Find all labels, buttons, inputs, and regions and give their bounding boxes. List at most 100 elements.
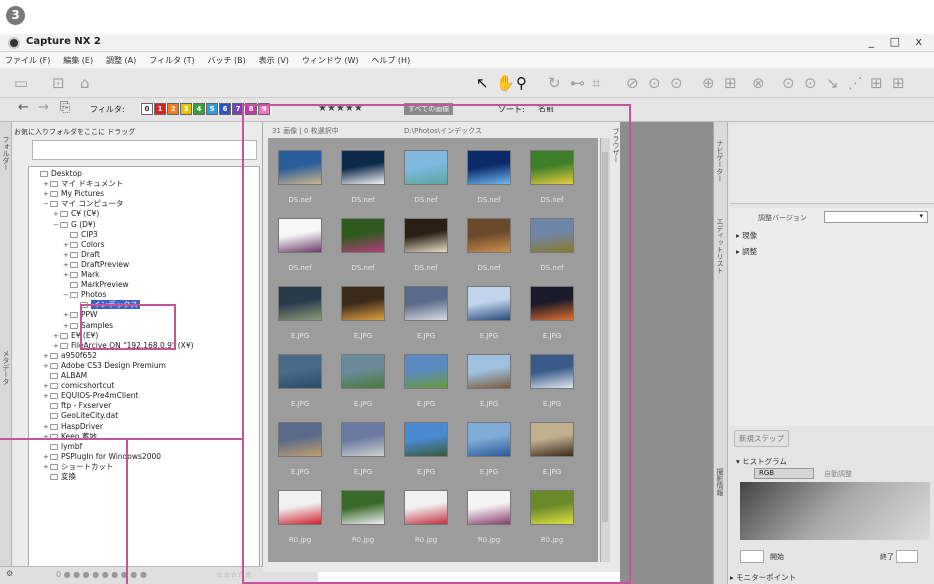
selection-brush-icon[interactable]: ⊗: [752, 74, 765, 92]
direct-select-tool-icon[interactable]: ↖: [476, 74, 489, 92]
thumbnail-cell[interactable]: E.JPG: [396, 348, 456, 412]
tree-node[interactable]: + Colors: [63, 240, 105, 250]
thumbnail-cell[interactable]: E.JPG: [396, 280, 456, 344]
thumbnail-cell[interactable]: R0.jpg: [270, 484, 330, 548]
tree-node[interactable]: ftp - Fxserver: [43, 401, 111, 411]
rating-filter[interactable]: ★★★★★: [318, 103, 363, 114]
tree-node[interactable]: MarkPreview: [63, 280, 129, 290]
expander-icon[interactable]: +: [43, 351, 50, 361]
expander-icon[interactable]: −: [43, 199, 50, 209]
expander-icon[interactable]: +: [63, 321, 70, 331]
label-filter-7[interactable]: 7: [232, 103, 244, 115]
dodge-icon[interactable]: ⊙: [670, 74, 683, 92]
menu-filter[interactable]: フィルタ (T): [144, 52, 200, 69]
menu-window[interactable]: ウィンドウ (W): [297, 52, 364, 69]
menu-file[interactable]: ファイル (F): [0, 52, 55, 69]
expander-icon[interactable]: +: [63, 260, 70, 270]
expander-icon[interactable]: −: [53, 220, 60, 230]
label-filter-3[interactable]: 3: [180, 103, 192, 115]
back-icon[interactable]: ←: [18, 100, 29, 115]
tree-node[interactable]: Desktop: [33, 169, 82, 179]
thumbnail-cell[interactable]: DS.nef: [522, 212, 582, 276]
thumbnail-cell[interactable]: DS.nef: [522, 144, 582, 208]
tree-node[interactable]: GeoLiteCity.dat: [43, 411, 118, 421]
tree-node[interactable]: + Mark: [63, 270, 100, 280]
tree-node[interactable]: + ショートカット: [43, 462, 114, 472]
menu-edit[interactable]: 編集 (E): [58, 52, 98, 69]
expander-icon[interactable]: +: [63, 270, 70, 280]
marquee-icon[interactable]: ⋰: [848, 74, 863, 92]
expander-icon[interactable]: +: [63, 240, 70, 250]
tree-node[interactable]: + FileArcive ON "192.168.0.9" (X¥): [53, 341, 194, 351]
sort-dropdown[interactable]: 名前: [538, 103, 554, 114]
thumbnail-cell[interactable]: E.JPG: [522, 416, 582, 480]
thumbnail-cell[interactable]: E.JPG: [459, 280, 519, 344]
image-viewer-area[interactable]: [620, 122, 713, 584]
thumbnail-cell[interactable]: DS.nef: [333, 144, 393, 208]
tree-node[interactable]: + DraftPreview: [63, 260, 129, 270]
label-filter-8[interactable]: 8: [245, 103, 257, 115]
tree-node[interactable]: − Photos: [63, 290, 106, 300]
thumbnail-cell[interactable]: DS.nef: [396, 212, 456, 276]
tree-node[interactable]: インデックス: [73, 300, 140, 310]
control-point-icon[interactable]: ⊕: [702, 74, 715, 92]
tree-node[interactable]: + Keep 蓄地: [43, 432, 97, 442]
filter-dropdown[interactable]: すべての画像: [404, 103, 454, 115]
tree-node[interactable]: + マイ ドキュメント: [43, 179, 123, 189]
metadata-tab[interactable]: メタデータ: [1, 350, 11, 385]
tree-node[interactable]: + comicshortcut: [43, 381, 114, 391]
crop-icon[interactable]: ⌗: [592, 74, 600, 92]
thumbnail-cell[interactable]: E.JPG: [270, 348, 330, 412]
expander-icon[interactable]: +: [43, 179, 50, 189]
brush-icon[interactable]: ⊞: [870, 74, 883, 92]
monitor-point-section[interactable]: ▸ モニターポイント: [730, 572, 796, 583]
develop-group[interactable]: ▸ 現像: [736, 230, 757, 241]
fill-icon[interactable]: ⊞: [892, 74, 905, 92]
thumbnail-cell[interactable]: E.JPG: [333, 416, 393, 480]
tree-node[interactable]: + PPW: [63, 310, 97, 320]
black-control-point-icon[interactable]: ⊙: [804, 74, 817, 92]
label-filter-4[interactable]: 4: [193, 103, 205, 115]
window-controls[interactable]: _ □ x: [869, 35, 928, 48]
viewer-icon[interactable]: ⌂: [80, 74, 90, 92]
thumbnail-cell[interactable]: DS.nef: [459, 212, 519, 276]
expander-icon[interactable]: +: [43, 462, 50, 472]
expander-icon[interactable]: +: [63, 310, 70, 320]
thumbnail-cell[interactable]: E.JPG: [333, 280, 393, 344]
tree-node[interactable]: + Samples: [63, 321, 113, 331]
hand-tool-icon[interactable]: ✋: [496, 74, 515, 92]
expander-icon[interactable]: +: [43, 381, 50, 391]
end-input[interactable]: [896, 550, 918, 563]
zoom-tool-icon[interactable]: ⚲: [516, 74, 527, 92]
thumbnail-cell[interactable]: DS.nef: [270, 212, 330, 276]
navigator-tab[interactable]: ナビゲーター: [715, 140, 725, 182]
tree-node[interactable]: + My Pictures: [43, 189, 104, 199]
expander-icon[interactable]: +: [43, 391, 50, 401]
rotate-icon[interactable]: ↻: [548, 74, 561, 92]
tree-node[interactable]: + HaspDriver: [43, 422, 103, 432]
straighten-icon[interactable]: ⊷: [570, 74, 585, 92]
label-filter-6[interactable]: 6: [219, 103, 231, 115]
tree-node[interactable]: ALBAM: [43, 371, 87, 381]
channel-dropdown[interactable]: RGB: [754, 468, 814, 479]
tree-node[interactable]: − マイ コンピュータ: [43, 199, 123, 209]
tree-node[interactable]: + Adobe CS3 Design Premium: [43, 361, 166, 371]
menu-help[interactable]: ヘルプ (H): [366, 52, 415, 69]
expander-icon[interactable]: +: [53, 331, 60, 341]
workspace-icon[interactable]: ▭: [14, 74, 28, 92]
tree-node[interactable]: CIP3: [63, 230, 98, 240]
tree-node[interactable]: + E¥ (E¥): [53, 331, 98, 341]
thumbnail-cell[interactable]: E.JPG: [522, 280, 582, 344]
expander-icon[interactable]: +: [63, 250, 70, 260]
tree-node[interactable]: + Draft: [63, 250, 100, 260]
folders-tab[interactable]: フォルダー: [1, 136, 11, 171]
thumbnail-cell[interactable]: R0.jpg: [459, 484, 519, 548]
scroll-thumb[interactable]: [602, 152, 608, 522]
expander-icon[interactable]: +: [43, 361, 50, 371]
thumbnail-cell[interactable]: E.JPG: [522, 348, 582, 412]
color-control-point-icon[interactable]: ⊞: [724, 74, 737, 92]
label-filter-9[interactable]: 9: [258, 103, 270, 115]
tree-node[interactable]: + PSPlugIn for Windows2000: [43, 452, 161, 462]
menu-batch[interactable]: バッチ (B): [203, 52, 251, 69]
menu-adjust[interactable]: 調整 (A): [101, 52, 141, 69]
